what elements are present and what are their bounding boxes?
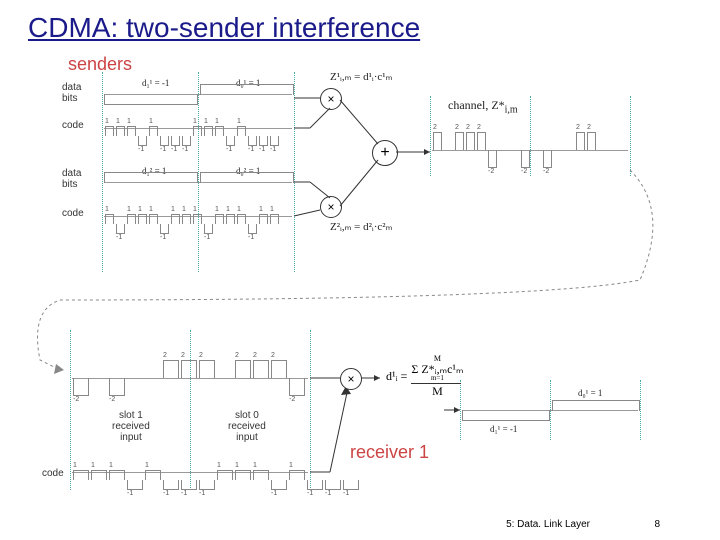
channel-label: channel, Z*i,m [448,98,518,115]
receiver-formula: d¹ᵢ = M Σ Z*ᵢ,ₘc¹ₘ m=1 M [386,355,463,397]
out-pos [552,400,640,411]
slot1-label: slot 1 received input [112,410,150,443]
channel-seq: 2222-2-2-222 [432,132,597,168]
out-neg [462,410,550,421]
databit-pos [200,84,294,95]
multiply-icon: × [340,368,362,390]
receiver-code-seq: 111-11-1-1-1111-11-1-1-1 [72,462,360,490]
sender1-d1: d₁¹ = -1 [142,78,169,88]
footer-text: 5: Data. Link Layer [506,519,590,530]
guide-vline [294,72,295,272]
receiver-label: receiver 1 [350,442,429,463]
guide-vline [430,96,431,176]
guide-vline [102,72,103,272]
databit-neg [104,94,198,105]
guide-vline [70,330,71,490]
data-bits-label-1: data bits [62,82,81,104]
databit-pos [104,172,198,183]
page-number: 8 [654,519,660,530]
adder-icon: + [372,140,398,166]
receiver-d0: d₀¹ = 1 [578,388,602,398]
databit-pos [200,172,294,183]
receiver-seq: -2-2222222-2 [72,360,342,396]
senders-label: senders [68,54,132,75]
sender2-z: Z²ᵢ,ₘ = d²ᵢ·c²ₘ [330,220,392,233]
sender2-code-seq: 1-1111-1111-1111-111 [104,206,280,234]
guide-vline [630,96,631,176]
receiver-d1: d₁¹ = -1 [490,424,517,434]
code-label-1: code [62,120,84,131]
slide-title: CDMA: two-sender interference [28,12,420,44]
code-label-2: code [62,208,84,219]
guide-vline [640,380,641,440]
multiply-icon: × [320,88,342,110]
code-label-r: code [42,468,64,479]
sender1-z: Z¹ᵢ,ₘ = d¹ᵢ·c¹ₘ [330,70,392,83]
data-bits-label-2: data bits [62,168,81,190]
multiply-icon: × [320,196,342,218]
slot0-label: slot 0 received input [228,410,266,443]
guide-vline [198,72,199,272]
sender1-code-seq: 111-11-1-1-1111-11-1-1-1 [104,118,280,146]
